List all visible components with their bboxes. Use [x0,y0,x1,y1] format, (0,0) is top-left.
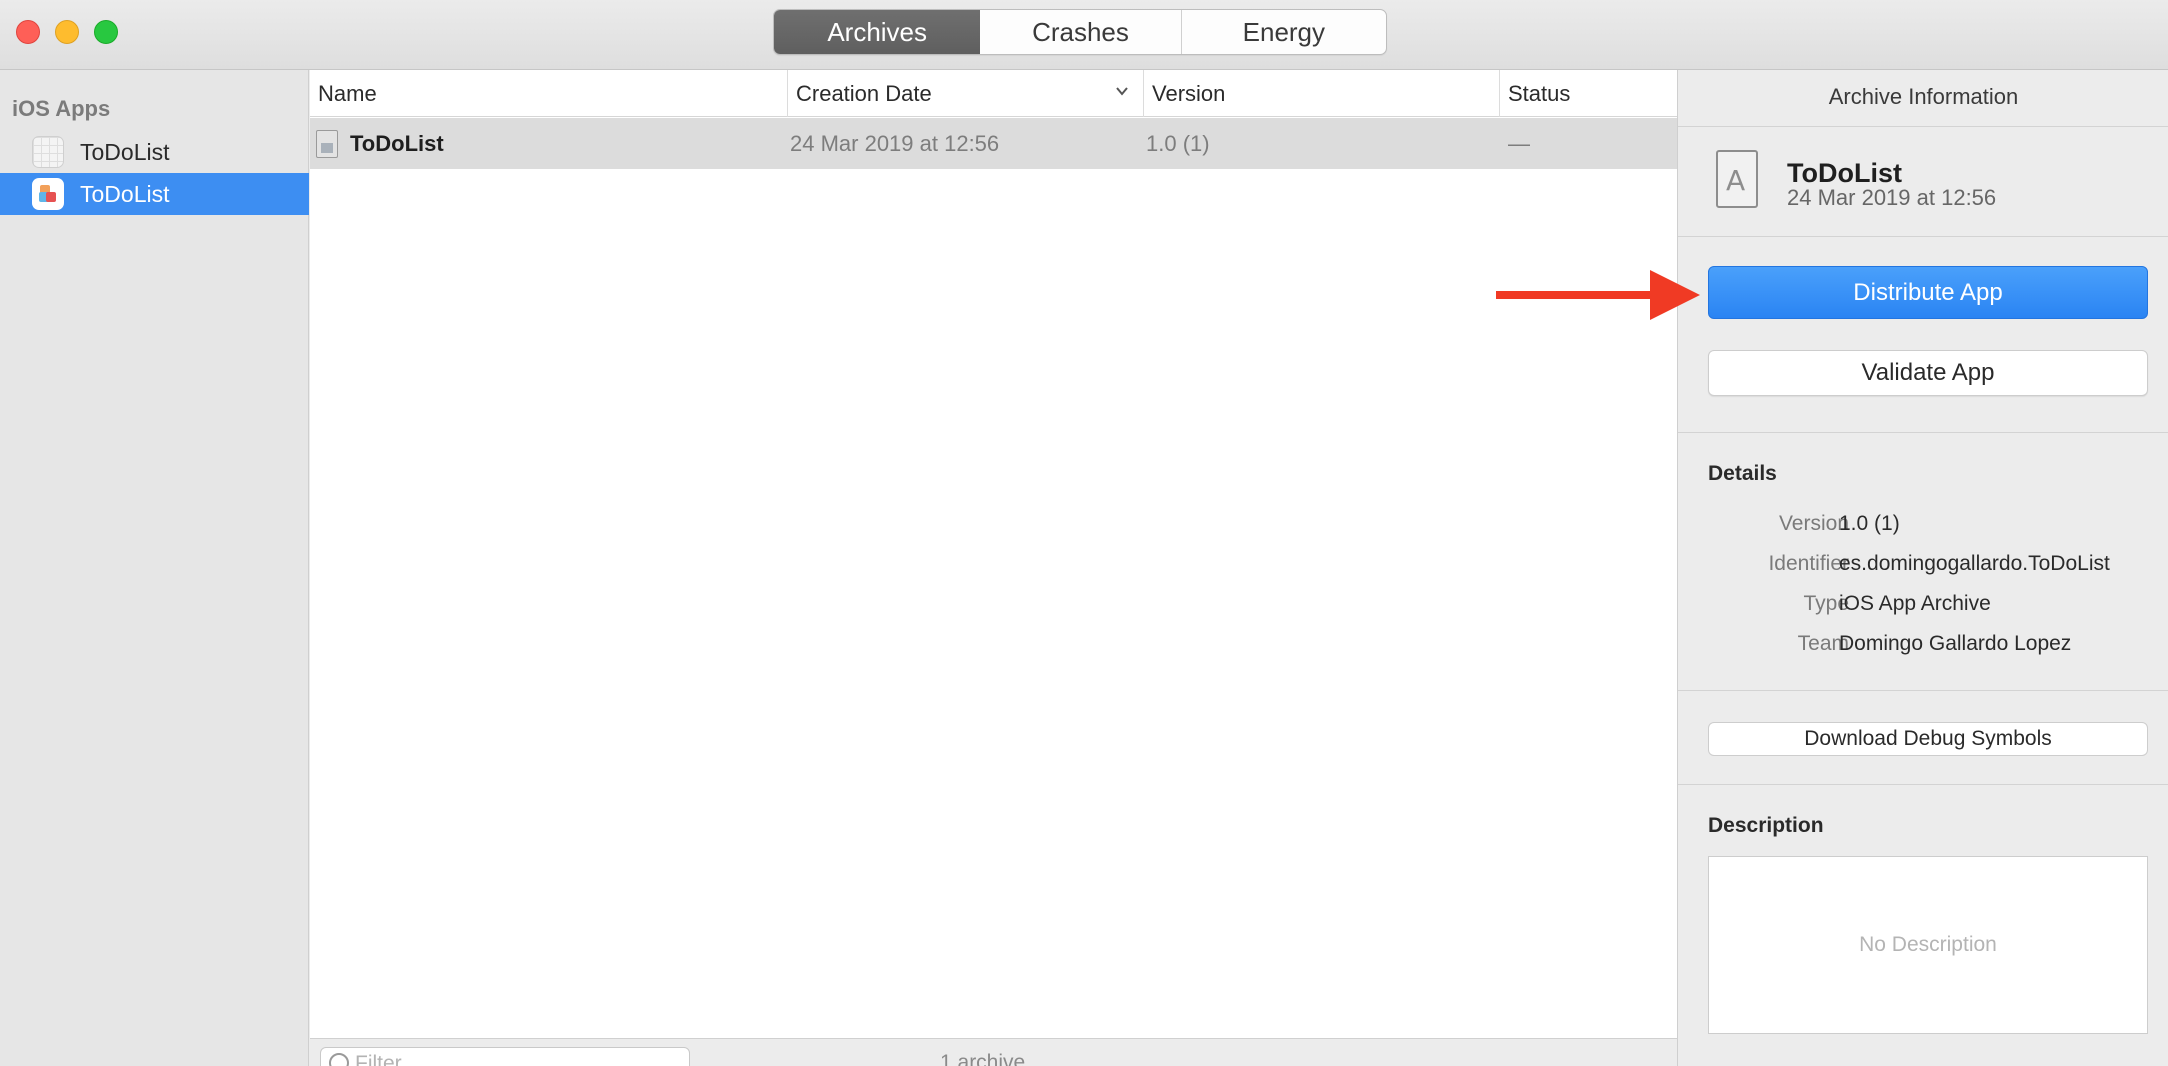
detail-row-identifier: Identifier es.domingogallardo.ToDoList [1678,552,2168,582]
list-bottom-bar: Filter 1 archive [310,1038,1677,1066]
divider [1678,126,2168,127]
detail-row-version: Version 1.0 (1) [1678,512,2168,542]
description-heading: Description [1708,814,1824,837]
minimize-window-button[interactable] [55,20,79,44]
detail-row-team: Team Domingo Gallardo Lopez [1678,632,2168,662]
filter-input[interactable]: Filter [320,1047,690,1066]
archive-inspector: Archive Information ToDoList 24 Mar 2019… [1677,70,2168,1066]
distribute-app-button[interactable]: Distribute App [1708,266,2148,319]
detail-row-type: Type iOS App Archive [1678,592,2168,622]
row-status: — [1508,130,1530,156]
detail-value: iOS App Archive [1839,592,1991,615]
chevron-down-icon [1116,87,1128,96]
download-debug-symbols-button[interactable]: Download Debug Symbols [1708,722,2148,756]
divider [1678,236,2168,237]
row-version: 1.0 (1) [1146,130,1210,156]
detail-value: 1.0 (1) [1839,512,1900,535]
tab-crashes[interactable]: Crashes [980,10,1182,54]
filter-icon [329,1053,349,1066]
window-titlebar: Archives Crashes Energy [0,0,2168,70]
sidebar-item-label: ToDoList [80,138,170,165]
description-field[interactable]: No Description [1708,856,2148,1034]
close-window-button[interactable] [16,20,40,44]
divider [1678,432,2168,433]
description-placeholder: No Description [1859,933,1997,956]
generic-app-icon [32,136,64,168]
details-heading: Details [1708,462,1777,485]
sidebar-item-label: ToDoList [80,180,170,207]
column-header-creation-date[interactable]: Creation Date [787,70,1143,117]
divider [1678,690,2168,691]
archive-icon [316,129,338,158]
detail-value: es.domingogallardo.ToDoList [1839,552,2110,575]
sidebar-item-todolist-1[interactable]: ToDoList [0,131,309,173]
todolist-app-icon [32,178,64,210]
column-header-status[interactable]: Status [1499,70,1677,117]
validate-app-button[interactable]: Validate App [1708,350,2148,396]
tab-archives[interactable]: Archives [774,10,981,54]
sidebar: iOS Apps ToDoList ToDoList [0,70,309,1066]
table-row[interactable]: ToDoList 24 Mar 2019 at 12:56 1.0 (1) — [310,118,1677,169]
organizer-tab-control: Archives Crashes Energy [773,9,1387,55]
row-name: ToDoList [350,130,444,156]
archive-date: 24 Mar 2019 at 12:56 [1787,185,1997,210]
table-header: Name Creation Date Version Status [310,70,1677,117]
detail-value: Domingo Gallardo Lopez [1839,632,2072,655]
sidebar-section-title: iOS Apps [12,96,111,121]
row-creation-date: 24 Mar 2019 at 12:56 [790,130,1000,156]
sidebar-item-todolist-2[interactable]: ToDoList [0,173,309,215]
divider [1678,784,2168,785]
filter-placeholder: Filter [355,1052,402,1066]
archive-count: 1 archive [940,1051,1026,1066]
archive-icon [1716,150,1758,208]
annotation-arrow-icon [1496,270,1700,320]
row-name-cell: ToDoList [316,118,444,169]
column-header-version[interactable]: Version [1143,70,1499,117]
detail-key: Identifier [1768,552,1849,575]
inspector-title: Archive Information [1828,84,2019,109]
column-header-name[interactable]: Name [310,70,787,117]
zoom-window-button[interactable] [94,20,118,44]
column-header-label: Creation Date [796,80,932,106]
archives-list-pane: Name Creation Date Version Status ToDoLi… [310,70,1677,1066]
tab-energy[interactable]: Energy [1182,10,1386,54]
